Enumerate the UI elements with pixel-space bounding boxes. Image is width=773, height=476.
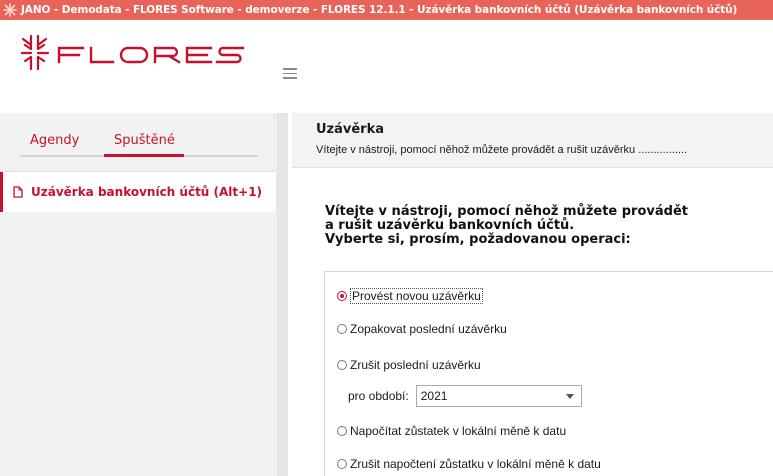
welcome-text: Vítejte v nástroji, pomocí něhož můžete … <box>325 205 765 247</box>
period-row: pro období: 2021 <box>348 385 582 407</box>
option-label: Zrušit poslední uzávěrku <box>350 358 481 372</box>
option-new-closing[interactable]: Provést novou uzávěrku <box>337 288 483 304</box>
radio-button[interactable] <box>337 360 347 370</box>
radio-button[interactable] <box>337 291 347 301</box>
period-value: 2021 <box>420 389 448 403</box>
radio-button[interactable] <box>337 459 347 469</box>
radio-button[interactable] <box>337 426 347 436</box>
option-cancel-local-balance[interactable]: Zrušit napočtení zůstatku v lokální měně… <box>337 457 601 471</box>
document-icon <box>13 186 23 198</box>
option-label: Napočítat zůstatek v lokální měně k datu <box>350 424 567 438</box>
sidebar-tabs: Agendy Spuštěné <box>20 133 258 159</box>
running-item-uzaverka[interactable]: Uzávěrka bankovních účtů (Alt+1) <box>0 172 275 212</box>
option-label: Zrušit napočtení zůstatku v lokální měně… <box>350 457 601 471</box>
tab-agendy[interactable]: Agendy <box>30 133 79 148</box>
active-tab-indicator <box>104 154 184 157</box>
welcome-line: a rušit uzávěrku bankovních účtů. <box>325 218 575 233</box>
option-cancel-last-closing[interactable]: Zrušit poslední uzávěrku <box>337 358 481 372</box>
flores-logo <box>21 34 245 71</box>
window-title: JANO - Demodata - FLORES Software - demo… <box>21 4 738 16</box>
option-label: Zopakovat poslední uzávěrku <box>350 322 507 336</box>
page-subtitle: Vítejte v nástroji, pomocí něhož můžete … <box>316 144 688 156</box>
welcome-line: Vítejte v nástroji, pomocí něhož můžete … <box>325 204 688 219</box>
tab-spustene[interactable]: Spuštěné <box>114 133 175 148</box>
chevron-down-icon[interactable] <box>565 394 574 399</box>
page-title: Uzávěrka <box>316 122 385 137</box>
panel-splitter[interactable] <box>276 113 288 476</box>
hamburger-menu-icon[interactable] <box>283 68 297 80</box>
flores-app-icon <box>3 3 17 17</box>
running-item-label: Uzávěrka bankovních účtů (Alt+1) <box>31 185 263 199</box>
option-label: Provést novou uzávěrku <box>350 288 483 304</box>
option-calculate-local-balance[interactable]: Napočítat zůstatek v lokální měně k datu <box>337 424 566 438</box>
app-header <box>0 20 773 113</box>
radio-button[interactable] <box>337 324 347 334</box>
period-select[interactable]: 2021 <box>415 385 582 407</box>
option-repeat-last-closing[interactable]: Zopakovat poslední uzávěrku <box>337 322 507 336</box>
period-label: pro období: <box>348 389 409 403</box>
sidebar: Agendy Spuštěné Uzávěrka bankovních účtů… <box>0 113 275 476</box>
main-panel: Uzávěrka Vítejte v nástroji, pomocí něho… <box>292 113 773 476</box>
window-titlebar: JANO - Demodata - FLORES Software - demo… <box>0 0 773 20</box>
page-header: Uzávěrka Vítejte v nástroji, pomocí něho… <box>292 113 773 168</box>
welcome-line: Vyberte si, prosím, požadovanou operaci: <box>325 232 631 247</box>
